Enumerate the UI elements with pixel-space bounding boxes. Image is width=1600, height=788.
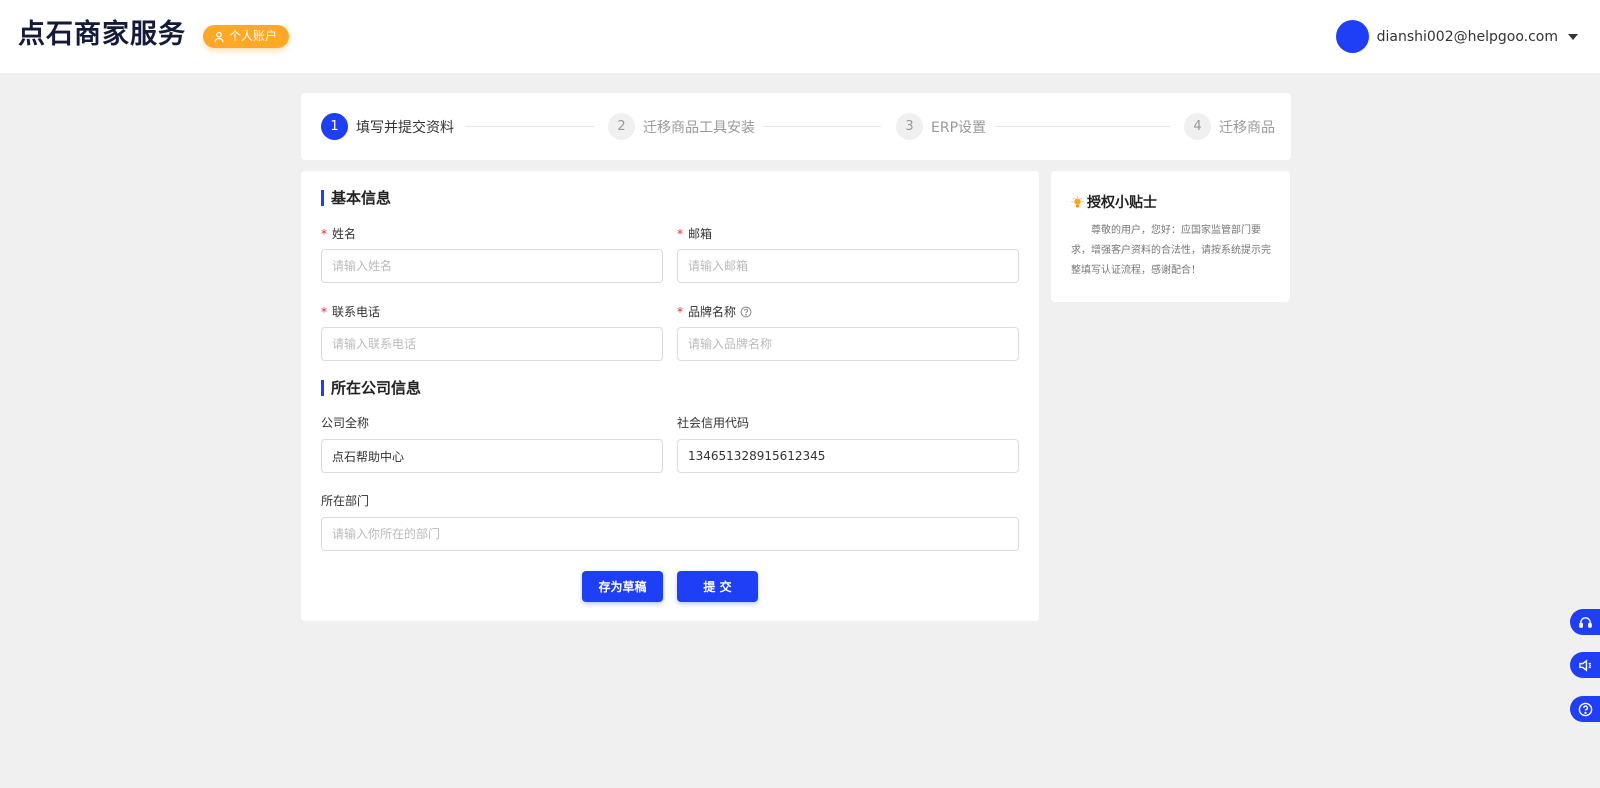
caret-down-icon[interactable] (1568, 33, 1578, 40)
headset-icon (1578, 616, 1592, 628)
brand-input[interactable] (677, 327, 1019, 361)
step-2: 2 迁移商品工具安装 (608, 113, 755, 140)
name-input[interactable] (321, 249, 663, 283)
step-label: 迁移商品 (1219, 119, 1275, 136)
step-4: 4 迁移商品 (1184, 113, 1275, 140)
step-number: 1 (321, 113, 348, 140)
step-number: 4 (1184, 113, 1211, 140)
phone-label-text: 联系电话 (332, 305, 381, 319)
save-draft-button[interactable]: 存为草稿 (582, 571, 663, 602)
top-header: 点石商家服务 个人账户 dianshi002@helpgoo.com (0, 0, 1600, 73)
required-mark: * (321, 227, 327, 241)
account-badge-label: 个人账户 (229, 29, 278, 43)
company-label: 公司全称 (321, 416, 370, 430)
department-input[interactable] (321, 517, 1019, 551)
speaker-icon (1578, 658, 1591, 672)
avatar[interactable] (1335, 20, 1369, 53)
name-label-text: 姓名 (332, 227, 357, 241)
step-connector (465, 126, 595, 127)
step-number: 3 (896, 113, 923, 140)
step-1: 1 填写并提交资料 (321, 113, 454, 140)
step-3: 3 ERP设置 (896, 113, 986, 140)
step-label: ERP设置 (931, 119, 987, 136)
help-circle-icon (1578, 702, 1592, 716)
credit-code-input[interactable] (677, 439, 1019, 473)
credit-code-label: 社会信用代码 (677, 416, 750, 430)
department-label: 所在部门 (321, 494, 370, 508)
submit-button[interactable]: 提 交 (677, 571, 758, 602)
help-button[interactable] (1570, 696, 1600, 722)
tips-title-text: 授权小贴士 (1087, 195, 1157, 211)
user-menu[interactable]: dianshi002@helpgoo.com (1335, 20, 1578, 53)
announcement-button[interactable] (1570, 652, 1600, 678)
customer-service-button[interactable] (1570, 609, 1600, 635)
lightbulb-icon (1071, 195, 1084, 207)
tips-panel: 授权小贴士 尊敬的用户，您好：应国家监管部门要求，增强客户资料的合法性，请按系统… (1051, 171, 1290, 302)
info-form: 基本信息 * 姓名 * 邮箱 * 联系电话 * 品牌名称 所在公司信息 公司全称… (301, 171, 1039, 621)
tips-text: 尊敬的用户，您好：应国家监管部门要求，增强客户资料的合法性，请按系统提示完整填写… (1071, 225, 1271, 276)
step-label: 填写并提交资料 (356, 119, 454, 136)
phone-label: * 联系电话 (321, 304, 380, 320)
user-email: dianshi002@helpgoo.com (1376, 28, 1558, 45)
required-mark: * (677, 227, 683, 241)
brand-label: * 品牌名称 (677, 304, 752, 320)
step-connector (763, 126, 881, 127)
required-mark: * (677, 305, 683, 319)
section-title-company: 所在公司信息 (321, 379, 421, 397)
email-label: * 邮箱 (677, 226, 712, 242)
brand-logo[interactable]: 点石商家服务 (18, 18, 186, 52)
question-circle-icon[interactable] (740, 306, 752, 318)
section-title-basic: 基本信息 (321, 189, 391, 207)
brand-label-text: 品牌名称 (688, 305, 737, 319)
company-input[interactable] (321, 439, 663, 473)
step-connector (995, 126, 1171, 127)
step-number: 2 (608, 113, 635, 140)
phone-input[interactable] (321, 327, 663, 361)
name-label: * 姓名 (321, 226, 356, 242)
email-input[interactable] (677, 249, 1019, 283)
account-type-badge[interactable]: 个人账户 (203, 25, 290, 48)
required-mark: * (321, 305, 327, 319)
user-icon (214, 31, 224, 42)
step-label: 迁移商品工具安装 (643, 119, 755, 136)
progress-steps: 1 填写并提交资料 2 迁移商品工具安装 3 ERP设置 4 迁移商品 (301, 93, 1291, 160)
tips-title: 授权小贴士 (1071, 192, 1157, 212)
email-label-text: 邮箱 (688, 227, 713, 241)
